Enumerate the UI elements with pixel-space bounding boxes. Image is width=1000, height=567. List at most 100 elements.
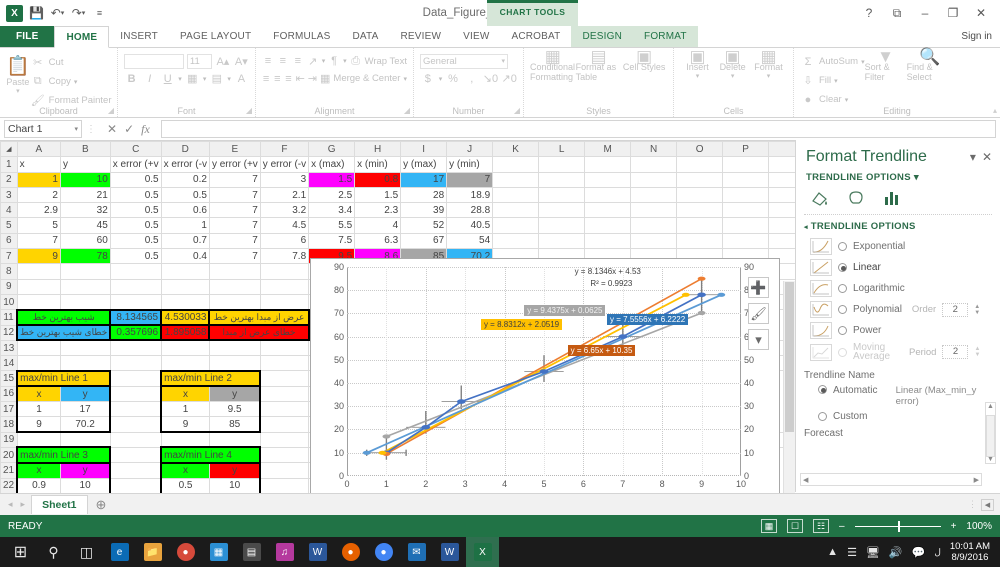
- formula-bar-buttons[interactable]: ✕ ✓ fx: [100, 122, 157, 137]
- cell-minmax2-r1y[interactable]: 9.5: [208, 401, 262, 418]
- cell-E7[interactable]: 7: [208, 248, 261, 265]
- column-header-G[interactable]: G: [308, 141, 356, 158]
- cut-button[interactable]: ✂ Cut: [30, 53, 112, 72]
- cell-styles-button[interactable]: ▣ Cell Styles: [621, 48, 667, 72]
- spinner-arrows-icon[interactable]: ▲ ▼: [974, 304, 980, 316]
- borders-icon[interactable]: ▦: [185, 71, 200, 86]
- cell-minmax3-hx[interactable]: x: [16, 462, 61, 479]
- tab-view[interactable]: VIEW: [452, 26, 500, 47]
- pane-close-icon[interactable]: ✕: [976, 150, 992, 164]
- taskbar-item-edge[interactable]: e: [103, 537, 136, 567]
- column-header-I[interactable]: I: [400, 141, 448, 158]
- decrease-font-size-icon[interactable]: A▾: [234, 54, 249, 69]
- radio-automatic[interactable]: [818, 385, 827, 394]
- row-header-16[interactable]: 16: [0, 385, 18, 403]
- insert-cells-button[interactable]: ▣ Insert ▾: [680, 48, 715, 82]
- chevron-down-icon[interactable]: ▾: [227, 75, 231, 83]
- row-header-9[interactable]: 9: [0, 278, 18, 295]
- undo-icon[interactable]: ↶ ▾: [50, 6, 65, 21]
- cell-C6[interactable]: 0.5: [109, 232, 162, 250]
- sort-filter-button[interactable]: ▼ Sort & Filter: [865, 48, 907, 109]
- font-dialog-launcher[interactable]: ◢: [246, 106, 252, 115]
- cell-D3[interactable]: 0.5: [160, 186, 210, 204]
- cell-minmax4-hx[interactable]: x: [160, 462, 210, 479]
- cell-intercept-value[interactable]: 4.530033: [160, 308, 211, 327]
- row-header-6[interactable]: 6: [0, 232, 18, 250]
- cell-minmax-line1-title[interactable]: max/min Line 1: [16, 369, 112, 388]
- comma-style-icon[interactable]: ,: [464, 71, 480, 86]
- pane-scrollbar[interactable]: ▲ ▼: [985, 402, 996, 464]
- minimize-button[interactable]: –: [912, 3, 938, 23]
- chart-filters-funnel-icon[interactable]: ▾: [748, 329, 769, 350]
- format-trendline-pane[interactable]: Format Trendline ▾ ✕ TRENDLINE OPTIONS ▾…: [795, 140, 1000, 492]
- sign-in-link[interactable]: Sign in: [961, 26, 1000, 47]
- chart-elements-plus-icon[interactable]: ➕: [748, 277, 769, 298]
- chevron-down-icon[interactable]: ▾: [439, 75, 443, 83]
- chevron-down-icon[interactable]: ▾: [74, 125, 78, 133]
- cell-H6[interactable]: 6.3: [354, 232, 402, 250]
- cell-L1[interactable]: [538, 156, 586, 173]
- cell-A2[interactable]: 1: [16, 171, 61, 188]
- language-icon[interactable]: ل: [934, 547, 941, 558]
- tab-page-layout[interactable]: PAGE LAYOUT: [169, 26, 262, 47]
- row-header-1[interactable]: 1: [0, 156, 18, 173]
- action-center-icon[interactable]: 💬: [912, 546, 926, 559]
- trendline-equation-yellow[interactable]: y = 8.8312x + 2.0519: [480, 319, 563, 330]
- collapse-ribbon-button[interactable]: ▴: [993, 106, 997, 115]
- radio-logarithmic[interactable]: [838, 284, 847, 293]
- cell-minmax-line2-title[interactable]: max/min Line 2: [160, 369, 262, 388]
- cell-slope-label[interactable]: شیب بهترین خط: [16, 308, 112, 327]
- close-button[interactable]: ✕: [968, 3, 994, 23]
- chart-object[interactable]: 90 80 70 60 50 40 30 20 10 0 90 80 70 60…: [310, 258, 780, 493]
- row-header-17[interactable]: 17: [0, 401, 18, 418]
- task-view-icon[interactable]: ◫: [70, 537, 103, 567]
- pane-tab-icons[interactable]: [796, 183, 1000, 212]
- status-right[interactable]: ▦ ☐ ☷ – + 100%: [761, 519, 992, 533]
- search-icon[interactable]: ⚲: [37, 537, 70, 567]
- chart-quick-buttons[interactable]: ➕ 🖌 ▾: [748, 277, 769, 350]
- vertical-scrollbar[interactable]: [783, 281, 795, 493]
- align-top-icon[interactable]: ≡: [262, 54, 274, 69]
- row-header-14[interactable]: 14: [0, 355, 18, 372]
- radio-custom[interactable]: [818, 412, 827, 421]
- number-format-box[interactable]: General ▾: [420, 53, 508, 69]
- scroll-right-icon[interactable]: ▶: [974, 476, 981, 484]
- format-as-table-button[interactable]: ▤ Format as Table: [576, 48, 622, 82]
- cell-minmax1-hx[interactable]: x: [16, 385, 61, 403]
- show-hidden-icons-icon[interactable]: ▲: [827, 546, 838, 558]
- cell-J1[interactable]: y (min): [446, 156, 494, 173]
- cell-G5[interactable]: 5.5: [308, 217, 356, 234]
- align-center-icon[interactable]: ≡: [273, 71, 281, 86]
- cell-minmax2-r1x[interactable]: 1: [160, 401, 210, 418]
- conditional-formatting-button[interactable]: ▦ Conditional Formatting: [530, 48, 576, 82]
- cell-minmax1-hy[interactable]: y: [59, 385, 112, 403]
- row-header-3[interactable]: 3: [0, 186, 18, 204]
- paste-button[interactable]: 📋 Paste ▾: [6, 50, 30, 102]
- cell-M1[interactable]: [584, 156, 632, 173]
- chevron-down-icon[interactable]: ▾: [322, 57, 326, 65]
- cell-I5[interactable]: 52: [400, 217, 448, 234]
- cell-H2[interactable]: 0.8: [354, 171, 402, 188]
- cell-intercept-error-label[interactable]: خطای عرض از مبدا: [208, 324, 310, 342]
- trendline-name-automatic-row[interactable]: Automatic Linear (Max_min_y error): [796, 381, 1000, 407]
- fill-color-icon[interactable]: ▤: [209, 71, 224, 86]
- taskbar-item-word-2[interactable]: W: [433, 537, 466, 567]
- cell-minmax4-hy[interactable]: y: [208, 462, 262, 479]
- row-header-21[interactable]: 21: [0, 462, 18, 479]
- merge-center-label[interactable]: Merge & Center: [333, 73, 400, 84]
- cell-G2[interactable]: 1.5: [308, 171, 356, 188]
- window-buttons[interactable]: ? ⧉ – ❐ ✕: [856, 3, 1000, 23]
- pane-scroll-thumb[interactable]: [986, 415, 995, 457]
- cell-A3[interactable]: 2: [16, 186, 61, 204]
- cell-minmax1-r2y[interactable]: 70.2: [59, 416, 112, 434]
- cell-H4[interactable]: 2.3: [354, 202, 402, 219]
- percent-style-icon[interactable]: %: [445, 71, 461, 86]
- cell-J2[interactable]: 7: [446, 171, 494, 188]
- taskbar-item-chrome-2[interactable]: ●: [367, 537, 400, 567]
- scroll-up-icon[interactable]: ▲: [986, 403, 995, 410]
- chevron-down-icon[interactable]: ▾: [343, 57, 347, 65]
- cell-F1[interactable]: y error (-v: [259, 156, 310, 173]
- column-header-A[interactable]: A: [16, 141, 61, 158]
- find-select-button[interactable]: 🔍 Find & Select: [907, 48, 953, 109]
- cell-C3[interactable]: 0.5: [109, 186, 162, 204]
